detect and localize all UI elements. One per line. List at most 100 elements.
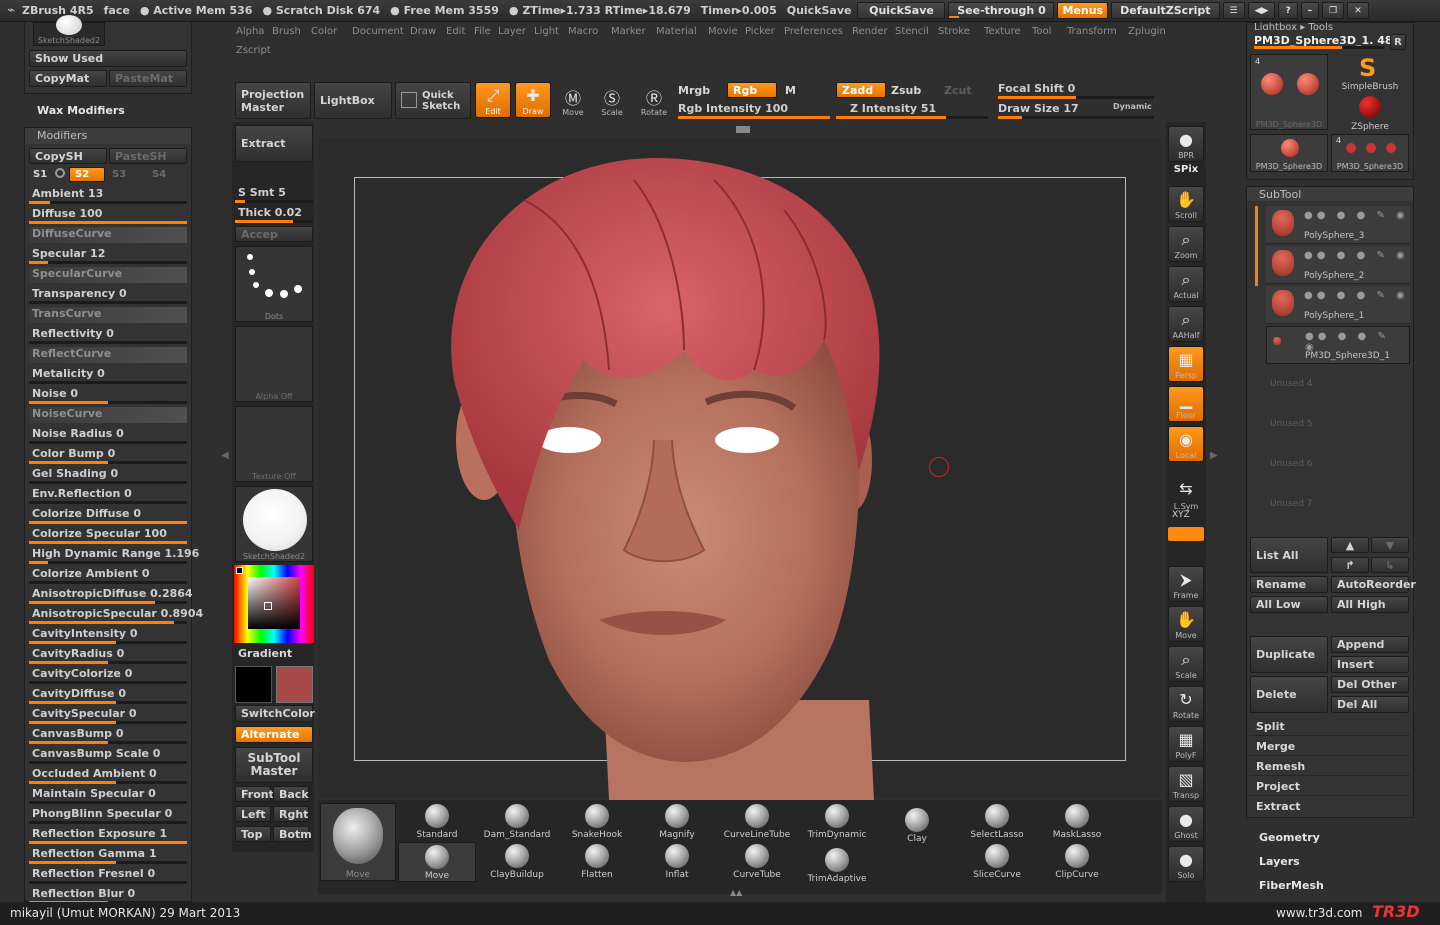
modifier-slider[interactable]: Maintain Specular 0 [29,785,187,805]
all-low-button[interactable]: All Low [1250,596,1328,613]
menu-brush[interactable]: Brush [272,26,301,37]
menu-edit[interactable]: Edit [446,26,465,37]
modifier-slider[interactable]: CanvasBump Scale 0 [29,745,187,765]
split-menu[interactable]: Split [1250,718,1410,736]
list-all-button[interactable]: List All [1250,537,1328,573]
quick-sketch-button[interactable]: Quick Sketch [395,82,471,119]
modifier-slider[interactable]: CanvasBump 0 [29,725,187,745]
back-view-button[interactable]: Back [273,786,309,802]
secondary-color-swatch[interactable] [276,666,313,703]
persp-view-button[interactable]: ▦ Persp [1168,346,1204,382]
modifier-slider[interactable]: PhongBlinn Specular 0 [29,805,187,825]
extract-menu[interactable]: Extract [1250,798,1410,816]
rgb-intensity-slider[interactable]: Rgb Intensity 100 [678,100,830,120]
xyz-symmetry-toggle[interactable]: XYZ [1172,510,1190,520]
menu-draw[interactable]: Draw [410,26,436,37]
alpha-thumb[interactable]: Alpha Off [235,326,313,402]
subtool-item[interactable]: ●● ● ● ✎ ◉ PolySphere_1 [1266,286,1410,324]
subtool-visibility-icon[interactable]: ●● ● ● ✎ ◉ [1304,250,1409,261]
modifier-curve[interactable]: ReflectCurve [29,347,187,363]
subtool-visibility-icon[interactable]: ●● ● ● ✎ ◉ [1304,290,1409,301]
s4-toggle[interactable]: S4 [152,169,166,180]
menu-transform[interactable]: Transform [1067,26,1117,37]
tool-thumb-pm3d[interactable]: 4 PM3D_Sphere3D [1250,54,1328,130]
color-cursor-icon[interactable] [264,602,272,610]
zcut-toggle[interactable]: Zcut [944,84,972,97]
modifier-slider[interactable]: Colorize Ambient 0 [29,565,187,585]
brush-masklasso[interactable]: MaskLasso [1038,802,1116,842]
tool-thumb-zsphere[interactable]: ZSphere [1331,94,1409,132]
del-other-button[interactable]: Del Other [1331,676,1409,693]
menu-texture[interactable]: Texture [984,26,1021,37]
modifier-slider[interactable]: High Dynamic Range 1.196 [29,545,199,565]
subtool-visibility-icon[interactable]: ●● ● ● ✎ ◉ [1305,331,1409,353]
menu-preferences[interactable]: Preferences [784,26,843,37]
brush-snakehook[interactable]: SnakeHook [558,802,636,842]
m-toggle[interactable]: M [785,84,796,97]
focal-shift-slider[interactable]: Focal Shift 0 [998,80,1154,100]
menu-marker[interactable]: Marker [611,26,646,37]
gradient-label[interactable]: Gradient [238,647,292,660]
tool-r-button[interactable]: R [1390,34,1406,50]
subtool-title[interactable]: SubTool [1259,188,1301,201]
actual-view-button[interactable]: ⌕ Actual [1168,266,1204,302]
brush-clay[interactable]: Clay [878,806,956,846]
rename-button[interactable]: Rename [1250,576,1328,593]
modifier-curve[interactable]: TransCurve [29,307,187,323]
accept-button[interactable]: Accep [235,226,313,242]
extract-button[interactable]: Extract [235,125,313,162]
menu-render[interactable]: Render [852,26,888,37]
radio-icon[interactable] [55,168,65,178]
tool-thumb-simplebrush[interactable]: S SimpleBrush [1331,54,1409,92]
menu-alpha[interactable]: Alpha [236,26,264,37]
brush-standard[interactable]: Standard [398,802,476,842]
arrow-down-right-icon[interactable]: ↳ [1371,557,1409,573]
modifier-slider[interactable]: Diffuse 100 [29,205,187,225]
color-mode-icon[interactable] [236,567,243,574]
rotate-mode-button[interactable]: Ⓡ Rotate [636,82,672,118]
move-mode-button[interactable]: Ⓜ Move [555,82,591,118]
arrow-up-right-icon[interactable]: ↱ [1331,557,1369,573]
merge-menu[interactable]: Merge [1250,738,1410,756]
subtool-unused-slot[interactable]: Unused 4 [1270,379,1313,389]
modifier-slider[interactable]: Specular 12 [29,245,187,265]
subtool-item[interactable]: ●● ● ● ✎ ◉ PolySphere_2 [1266,246,1410,284]
layers-section[interactable]: Layers [1259,855,1300,868]
color-picker-square[interactable] [248,577,300,629]
s3-toggle[interactable]: S3 [112,169,126,180]
brush-dam-standard[interactable]: Dam_Standard [478,802,556,842]
front-view-button[interactable]: Front [235,786,274,802]
s2-toggle[interactable]: S2 [69,167,105,182]
current-brush-thumb[interactable]: Move [320,803,396,881]
autoreorder-button[interactable]: AutoReorder [1331,576,1416,593]
subtool-item[interactable]: ●● ● ● ✎ ◉ PolySphere_3 [1266,206,1410,244]
subtool-unused-slot[interactable]: Unused 5 [1270,419,1313,429]
modifier-slider[interactable]: Reflection Gamma 1 [29,845,187,865]
modifier-slider[interactable]: Color Bump 0 [29,445,187,465]
modifier-slider[interactable]: Colorize Diffuse 0 [29,505,187,525]
l-sym-view-button[interactable]: ⇆ L.Sym [1168,476,1204,512]
wax-modifiers-header[interactable]: Wax Modifiers [37,104,125,117]
modifier-curve[interactable]: SpecularCurve [29,267,187,283]
modifiers-header[interactable]: Modifiers [37,129,87,142]
pastemat-button[interactable]: PasteMat [109,70,187,87]
modifier-slider[interactable]: CavitySpecular 0 [29,705,187,725]
close-icon[interactable]: ✕ [1347,2,1369,19]
material-thumb[interactable]: SketchShaded2 [235,486,313,562]
menu-movie[interactable]: Movie [708,26,738,37]
head-model-viewport[interactable] [354,140,1126,800]
bottom-view-button[interactable]: Botm [273,826,312,842]
brush-flatten[interactable]: Flatten [558,842,636,882]
switchcolor-button[interactable]: SwitchColor [235,705,315,722]
toggle-layout-icon[interactable]: ☰ [1222,2,1245,19]
right-collapse-arrow-icon[interactable]: ▶ [1210,450,1218,466]
move-view-button[interactable]: ✋ Move [1168,606,1204,642]
y-symmetry-toggle[interactable] [1168,527,1204,541]
zsub-toggle[interactable]: Zsub [891,84,921,97]
tool-thumb-pm3d-3[interactable]: 4 PM3D_Sphere3D [1331,134,1409,172]
copysh-button[interactable]: CopySH [29,148,107,164]
brush-inflat[interactable]: Inflat [638,842,716,882]
polyf-view-button[interactable]: ▦ PolyF [1168,726,1204,762]
scroll-view-button[interactable]: ✋ Scroll [1168,186,1204,222]
menu-document[interactable]: Document [352,26,404,37]
